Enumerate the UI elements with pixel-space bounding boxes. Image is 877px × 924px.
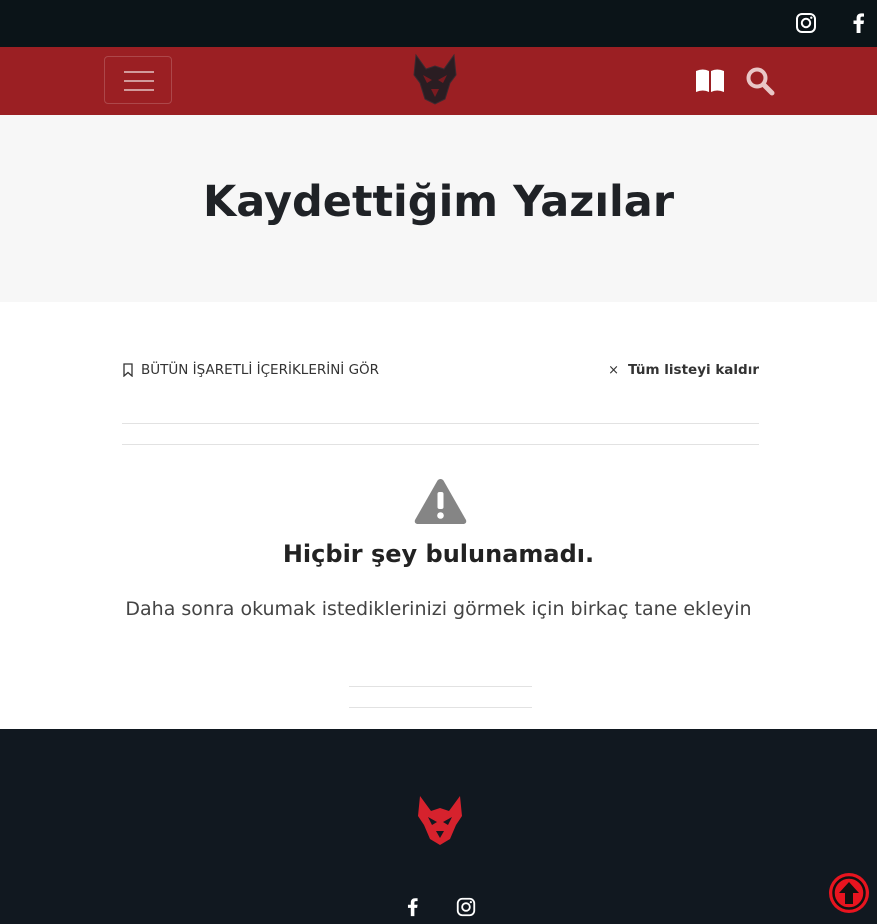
view-all-bookmarks-label: BÜTÜN İŞARETLİ İÇERİKLERİNİ GÖR [141, 362, 380, 378]
wolf-logo-icon[interactable] [416, 794, 464, 846]
hamburger-line [124, 80, 154, 82]
close-icon: × [608, 362, 619, 378]
scroll-to-top-button[interactable] [829, 873, 869, 913]
remove-all-link[interactable]: × Tüm listeyi kaldır [608, 362, 759, 378]
facebook-icon[interactable] [847, 11, 871, 35]
hamburger-menu-button[interactable] [104, 56, 172, 104]
empty-state-title: Hiçbir şey bulunamadı. [282, 540, 595, 568]
page-hero: Kaydettiğim Yazılar [0, 115, 877, 302]
empty-state-description: Daha sonra okumak istediklerinizi görmek… [125, 598, 752, 620]
book-icon[interactable] [694, 68, 726, 94]
search-icon[interactable] [745, 66, 775, 96]
facebook-icon[interactable] [402, 896, 424, 918]
divider [349, 707, 532, 708]
site-footer [0, 729, 877, 924]
remove-all-label: Tüm listeyi kaldır [628, 362, 759, 378]
hamburger-line [124, 89, 154, 91]
arrow-up-icon [832, 876, 866, 910]
bookmark-icon [123, 363, 133, 377]
bookmark-toolbar: BÜTÜN İŞARETLİ İÇERİKLERİNİ GÖR × Tüm li… [122, 362, 759, 384]
main-header [0, 47, 877, 115]
instagram-icon[interactable] [455, 896, 477, 918]
wolf-logo-icon[interactable] [410, 53, 460, 105]
hamburger-line [124, 71, 154, 73]
divider [122, 444, 759, 445]
view-all-bookmarks-link[interactable]: BÜTÜN İŞARETLİ İÇERİKLERİNİ GÖR [122, 362, 379, 378]
divider [349, 686, 532, 687]
divider [122, 423, 759, 424]
page-title: Kaydettiğim Yazılar [202, 177, 675, 227]
top-social-bar [0, 0, 877, 47]
warning-icon [414, 479, 467, 524]
instagram-icon[interactable] [794, 11, 818, 35]
